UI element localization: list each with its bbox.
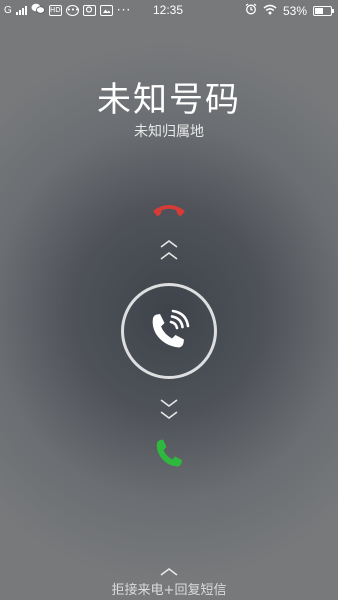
battery-icon — [313, 5, 334, 16]
alarm-icon — [245, 3, 257, 18]
chat-bubble-icon: ••• — [65, 4, 80, 16]
hd-icon: HD — [48, 4, 62, 16]
status-time: 12:35 — [153, 3, 184, 17]
image-app-icon — [99, 4, 113, 16]
phone-ringing-icon — [152, 309, 190, 348]
signal-strength-icon — [15, 5, 27, 15]
battery-fill — [315, 7, 323, 14]
chevron-up-icon — [160, 568, 178, 576]
more-dots-icon: ··· — [116, 3, 132, 17]
decline-call-icon[interactable] — [150, 199, 188, 219]
carrier-label: G — [4, 4, 12, 16]
reject-with-sms-button[interactable]: 拒接来电+回复短信 — [0, 579, 338, 598]
wechat-icon — [31, 3, 45, 17]
status-bar: G HD ••• ··· 12:35 53% — [0, 0, 338, 22]
wifi-icon — [263, 4, 277, 18]
search-app-icon — [82, 4, 96, 16]
chevron-up-icon — [160, 252, 178, 260]
caller-location: 未知归属地 — [134, 124, 204, 140]
chevron-down-icon — [160, 411, 178, 419]
battery-percent: 53% — [282, 3, 307, 18]
answer-slider-handle[interactable] — [121, 283, 217, 379]
caller-name: 未知号码 — [97, 80, 241, 120]
accept-call-icon[interactable] — [152, 436, 186, 470]
